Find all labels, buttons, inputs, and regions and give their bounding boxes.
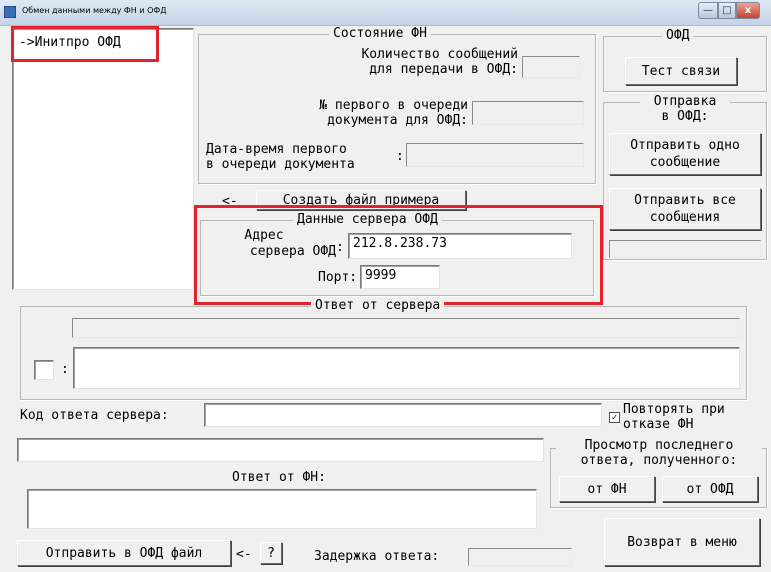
fn-status-field[interactable] <box>17 438 544 462</box>
send-all-button[interactable]: Отправить все сообщения <box>609 188 761 230</box>
highlight-box <box>194 205 603 305</box>
maximize-icon[interactable]: □ <box>718 2 736 19</box>
from-fn-button[interactable]: от ФН <box>559 476 655 502</box>
response-code-label: Код ответа сервера: <box>20 408 169 423</box>
fn-state-legend: Состояние ФН <box>329 27 431 41</box>
repeat-label: Повторять при отказе ФН <box>623 402 725 432</box>
close-icon[interactable]: x <box>736 2 760 19</box>
test-connection-button[interactable]: Тест связи <box>625 57 737 85</box>
last-response-legend: Просмотр последнего ответа, полученного: <box>556 438 762 468</box>
msg-count-field[interactable] <box>522 56 580 78</box>
send-group <box>603 102 767 260</box>
server-response-text[interactable] <box>73 347 740 389</box>
msg-count-label: Количество сообщений для передачи в ОФД: <box>361 47 518 77</box>
response-checkbox[interactable] <box>34 360 54 380</box>
window-controls: — □ x <box>698 2 760 19</box>
fn-response-label: Ответ от ФН: <box>232 470 326 485</box>
repeat-checkbox[interactable]: ✓ <box>609 412 620 423</box>
response-code-field[interactable] <box>204 403 602 427</box>
response-colon: : <box>61 362 69 377</box>
datetime-label: Дата-время первого в очереди документа <box>206 142 355 172</box>
fn-response-text[interactable] <box>27 489 537 529</box>
send-progress <box>609 240 761 258</box>
minimize-icon[interactable]: — <box>698 2 718 19</box>
delay-label: Задержка ответа: <box>314 549 440 564</box>
bottom-arrow: <- <box>236 547 252 562</box>
app-icon <box>4 6 16 18</box>
server-response-status <box>72 318 740 338</box>
device-list[interactable]: ->Инитпро ОФД <box>12 28 194 290</box>
highlight-box <box>11 26 159 62</box>
first-doc-label: № первого в очереди документа для ОФД: <box>319 98 468 128</box>
window-title: Обмен данными между ФН и ОФД <box>22 6 167 15</box>
help-button[interactable]: ? <box>260 542 282 564</box>
delay-field <box>468 548 572 566</box>
ofd-legend: ОФД <box>662 29 694 43</box>
datetime-field[interactable] <box>406 143 584 167</box>
datetime-colon: : <box>396 149 404 164</box>
server-response-legend: Ответ от сервера <box>311 299 445 313</box>
back-to-menu-button[interactable]: Возврат в меню <box>604 518 760 566</box>
first-doc-field[interactable] <box>472 101 584 125</box>
send-one-button[interactable]: Отправить одно сообщение <box>609 133 761 175</box>
from-ofd-button[interactable]: от ОФД <box>662 476 758 502</box>
send-legend: Отправка в ОФД: <box>640 94 730 124</box>
send-file-button[interactable]: Отправить в ОФД файл <box>17 540 231 566</box>
